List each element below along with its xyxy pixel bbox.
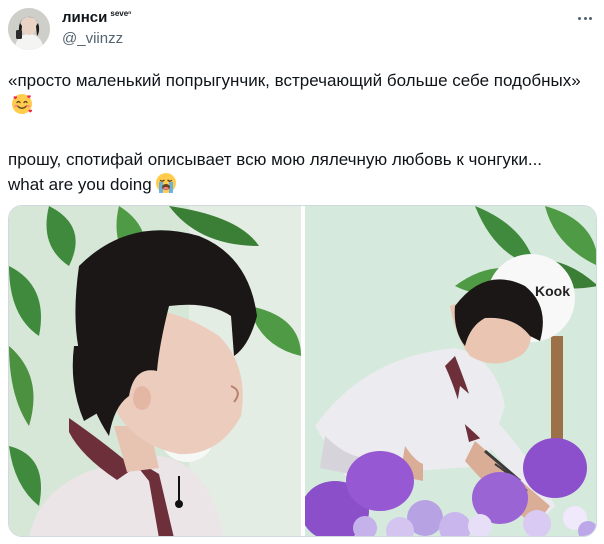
author-display-name[interactable]: линси [62,8,107,28]
tweet-card: линси seveⁿ @_viinzz «просто маленький п… [0,0,604,544]
photo-2-image: Kook [305,206,596,536]
photo-1-image [9,206,301,536]
media-gallery[interactable]: Kook [8,205,597,537]
avatar[interactable] [8,8,50,50]
tweet-paragraph-2-line-2-text: what are you doing [8,175,152,194]
author-handle[interactable]: @_viinzz [62,30,123,48]
tweet-paragraph-2-line-1: прошу, спотифай описывает всю мою лялечн… [8,150,543,169]
tweet-paragraph-1: «просто маленький попрыгунчик, встречающ… [8,68,596,122]
photo-2-sign-text: Kook [535,283,570,299]
author-name-superscript: seveⁿ [110,9,132,18]
more-options-button[interactable] [574,8,596,28]
author-name-row[interactable]: линси seveⁿ [62,8,131,28]
more-horizontal-icon [578,16,592,20]
tweet-paragraph-1-text: «просто маленький попрыгунчик, встречающ… [8,71,581,90]
smiling-face-with-hearts-icon [11,93,33,122]
tweet-text: «просто маленький попрыгунчик, встречающ… [8,68,596,201]
tweet-paragraph-2-line-2: what are you doing [8,172,596,201]
media-photo-1[interactable] [9,206,301,536]
avatar-image [8,8,50,50]
media-photo-2[interactable]: Kook [305,206,596,536]
loudly-crying-face-icon [155,172,177,201]
